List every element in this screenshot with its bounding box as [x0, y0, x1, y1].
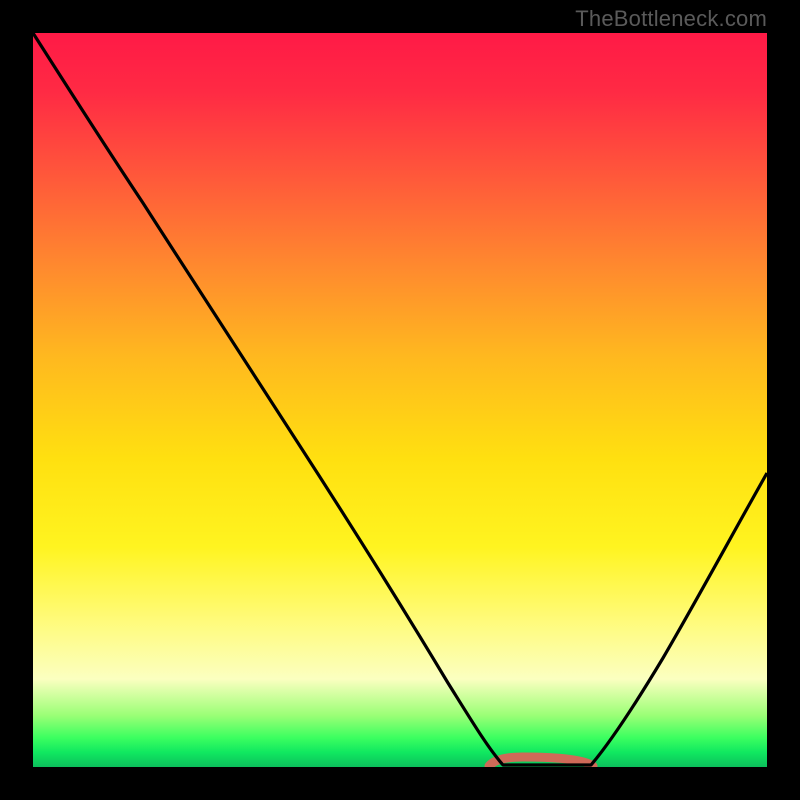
watermark-text: TheBottleneck.com — [575, 6, 767, 32]
chart-stage: TheBottleneck.com — [0, 0, 800, 800]
plot-area — [33, 33, 767, 767]
bottleneck-curve — [33, 33, 767, 765]
curve-layer — [33, 33, 767, 767]
